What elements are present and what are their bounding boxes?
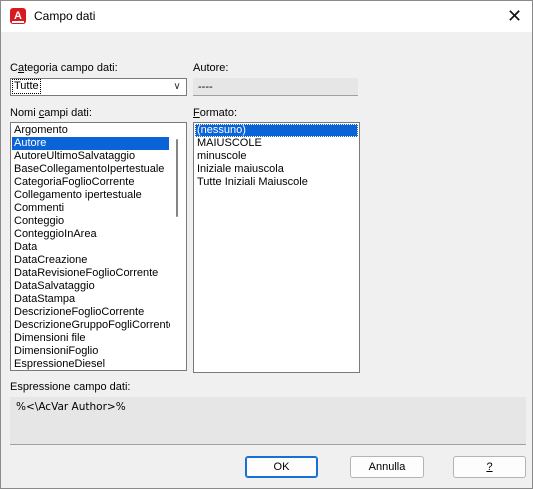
- field-name-item[interactable]: ConteggioInArea: [12, 228, 169, 241]
- field-name-item[interactable]: Argomento: [12, 124, 169, 137]
- expression-label: Espressione campo dati:: [10, 381, 131, 393]
- field-name-item[interactable]: DataCreazione: [12, 254, 169, 267]
- field-name-item[interactable]: DataStampa: [12, 293, 169, 306]
- format-item[interactable]: Iniziale maiuscola: [195, 163, 358, 176]
- field-name-item[interactable]: Dimensioni file: [12, 332, 169, 345]
- chevron-down-icon[interactable]: ∨: [171, 79, 183, 95]
- format-items: (nessuno) MAIUSCOLE minuscole Iniziale maiu…: [195, 124, 358, 189]
- field-names-scrollbar[interactable]: [170, 123, 186, 370]
- category-selected-value: Tutte: [12, 79, 41, 94]
- field-name-item[interactable]: BaseCollegamentoIpertestuale: [12, 163, 169, 176]
- title-bar: A Campo dati ✕: [1, 1, 532, 32]
- field-names-items: Argomento Autore AutoreUltimoSalvataggio Ba…: [12, 124, 175, 370]
- format-item[interactable]: minuscole: [195, 150, 358, 163]
- category-label: Categoria campo dati:: [10, 62, 118, 74]
- scrollbar-thumb[interactable]: [176, 139, 178, 217]
- field-name-item[interactable]: Data: [12, 241, 169, 254]
- ok-button[interactable]: OK: [245, 456, 318, 478]
- field-name-item[interactable]: DescrizioneFoglioCorrente: [12, 306, 169, 319]
- field-names-label: Nomi campi dati:: [10, 107, 92, 119]
- format-item[interactable]: Tutte Iniziali Maiuscole: [195, 176, 358, 189]
- close-icon: ✕: [506, 6, 523, 26]
- field-name-item[interactable]: DataRevisioneFoglioCorrente: [12, 267, 169, 280]
- field-name-item[interactable]: CategoriaFoglioCorrente: [12, 176, 169, 189]
- field-name-item[interactable]: Commenti: [12, 202, 169, 215]
- help-button[interactable]: ?: [453, 456, 526, 478]
- cancel-button[interactable]: Annulla: [350, 456, 424, 478]
- format-listbox[interactable]: (nessuno) MAIUSCOLE minuscole Iniziale maiu…: [193, 122, 360, 373]
- category-dropdown[interactable]: Tutte ∨: [10, 78, 187, 96]
- format-item[interactable]: (nessuno): [195, 124, 358, 137]
- field-name-item[interactable]: EspressioneDiesel: [12, 358, 169, 370]
- field-name-item[interactable]: Collegamento ipertestuale: [12, 189, 169, 202]
- expression-value: %<\AcVar Author>%: [16, 401, 126, 413]
- field-name-item[interactable]: DimensioniFoglio: [12, 345, 169, 358]
- field-name-item[interactable]: Autore: [12, 137, 169, 150]
- author-value: ----: [198, 81, 213, 93]
- field-name-item[interactable]: AutoreUltimoSalvataggio: [12, 150, 169, 163]
- author-label: Autore:: [193, 62, 229, 74]
- field-name-item[interactable]: Conteggio: [12, 215, 169, 228]
- author-value-field: ----: [193, 78, 358, 96]
- autocad-app-icon: A: [10, 8, 26, 24]
- expression-field: %<\AcVar Author>%: [10, 397, 526, 445]
- format-label: Formato:: [193, 107, 238, 119]
- campo-dati-dialog: A Campo dati ✕ Categoria campo dati: Tut…: [0, 0, 533, 489]
- field-name-item[interactable]: DescrizioneGruppoFogliCorrente: [12, 319, 175, 332]
- format-item[interactable]: MAIUSCOLE: [195, 137, 358, 150]
- window-title: Campo dati: [34, 9, 96, 23]
- field-name-item[interactable]: DataSalvataggio: [12, 280, 169, 293]
- field-names-listbox[interactable]: Argomento Autore AutoreUltimoSalvataggio Ba…: [10, 122, 187, 371]
- close-button[interactable]: ✕: [497, 1, 532, 32]
